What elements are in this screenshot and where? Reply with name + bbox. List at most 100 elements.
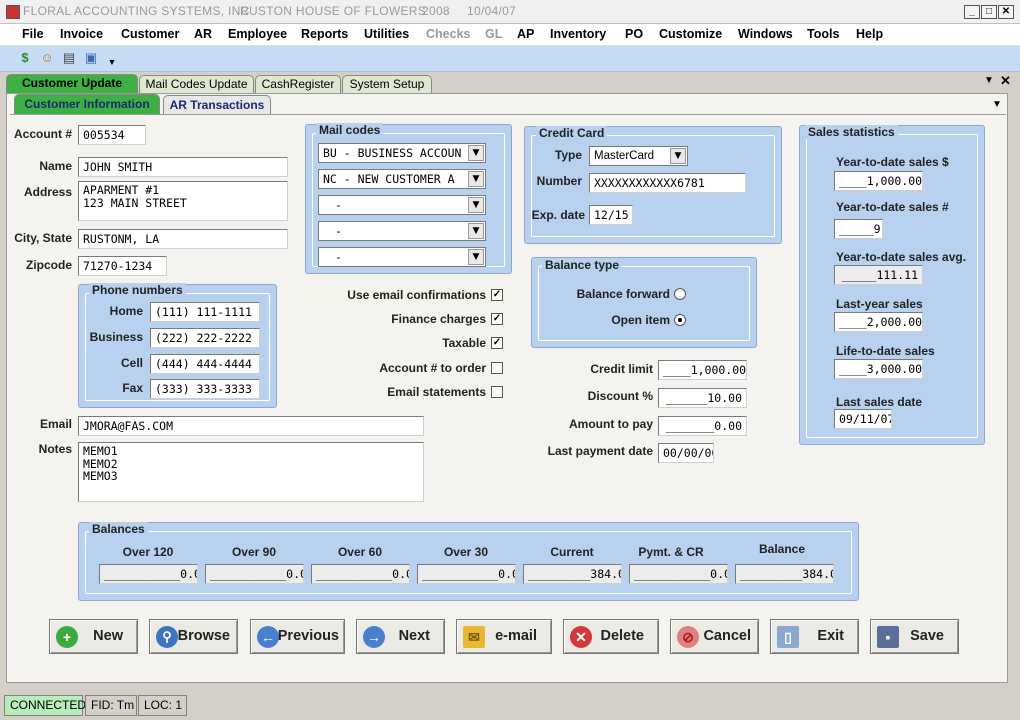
close-icon[interactable]: ✕ (998, 5, 1014, 19)
account-to-order-checkbox[interactable] (491, 362, 503, 374)
cancel-button[interactable]: ⊘ Cancel (670, 619, 759, 654)
tab-cashregister[interactable]: CashRegister (255, 75, 341, 94)
cancel-button-label: Cancel (703, 628, 751, 644)
next-button[interactable]: → Next (356, 619, 445, 654)
chevron-down-icon[interactable]: ▼ (468, 145, 484, 161)
person-icon[interactable]: ☺ (39, 50, 55, 66)
last-year-sales-field[interactable]: ____2,000.00 (834, 312, 923, 332)
tab-mail-codes-update[interactable]: Mail Codes Update (139, 75, 254, 94)
tab-system-setup[interactable]: System Setup (342, 75, 432, 94)
address-field[interactable]: APARMENT #1 123 MAIN STREET (78, 181, 288, 221)
register-icon[interactable]: ▤ (61, 50, 77, 66)
subtab-customer-information[interactable]: Customer Information (14, 94, 160, 114)
taxable-checkbox[interactable]: ✓ (491, 337, 503, 349)
window-icon[interactable]: ▣ (83, 50, 99, 66)
menu-file[interactable]: File (22, 27, 44, 41)
subtab-ar-transactions[interactable]: AR Transactions (163, 95, 271, 114)
new-button[interactable]: + New (49, 619, 138, 654)
over-120-header: Over 120 (122, 545, 174, 559)
title-bar: FLORAL ACCOUNTING SYSTEMS, INC RUSTON HO… (0, 0, 1020, 24)
ytd-sales-count-field[interactable]: _____9 (834, 219, 883, 239)
menu-invoice[interactable]: Invoice (60, 27, 103, 41)
menu-inventory[interactable]: Inventory (550, 27, 606, 41)
mail-code-value-1: BU - BUSINESS ACCOUN (323, 146, 462, 160)
use-email-confirmations-checkbox[interactable]: ✓ (491, 289, 503, 301)
name-field[interactable]: JOHN SMITH (78, 157, 288, 177)
exit-button[interactable]: ▯ Exit (770, 619, 859, 654)
menu-reports[interactable]: Reports (301, 27, 348, 41)
zipcode-field[interactable]: 71270-1234 (78, 256, 167, 276)
delete-button-label: Delete (600, 628, 644, 644)
arrow-right-icon: → (363, 626, 385, 648)
mail-code-select-1[interactable]: BU - BUSINESS ACCOUN ▼ (318, 143, 486, 163)
browse-button[interactable]: ⚲ Browse (149, 619, 238, 654)
menu-ar[interactable]: AR (194, 27, 212, 41)
menu-tools[interactable]: Tools (807, 27, 839, 41)
amount-to-pay-field[interactable]: _______0.00 (658, 416, 747, 436)
card-number-field[interactable]: XXXXXXXXXXXX6781 (589, 173, 746, 193)
menu-utilities[interactable]: Utilities (364, 27, 409, 41)
notes-field[interactable]: MEMO1 MEMO2 MEMO3 (78, 442, 424, 502)
plus-icon: + (56, 626, 78, 648)
delete-button[interactable]: ✕ Delete (563, 619, 659, 654)
finance-charges-checkbox[interactable]: ✓ (491, 313, 503, 325)
chevron-down-icon[interactable]: ▼ (468, 249, 484, 265)
balances-title: Balances (89, 522, 148, 536)
email-button[interactable]: ✉ e-mail (456, 619, 552, 654)
over-60-value: ___________0.00 (311, 564, 410, 584)
notes-line-2: MEMO2 (83, 456, 118, 471)
chevron-down-icon[interactable]: ▼ (670, 148, 686, 164)
menu-help[interactable]: Help (856, 27, 883, 41)
menu-employee[interactable]: Employee (228, 27, 287, 41)
finance-charges-label: Finance charges (391, 312, 486, 326)
chevron-down-icon[interactable]: ▼ (468, 171, 484, 187)
subtab-chevron-down-icon[interactable]: ▼ (992, 99, 1002, 110)
tab-close-icon[interactable]: ✕ (1000, 73, 1011, 89)
home-phone-field[interactable]: (111) 111-1111 (150, 302, 260, 322)
envelope-icon: ✉ (463, 626, 485, 648)
mail-code-select-3[interactable]: - ▼ (318, 195, 486, 215)
account-field[interactable]: 005534 (78, 125, 146, 145)
menu-ap[interactable]: AP (517, 27, 534, 41)
mail-code-select-5[interactable]: - ▼ (318, 247, 486, 267)
business-phone-field[interactable]: (222) 222-2222 (150, 328, 260, 348)
last-payment-date-field[interactable]: 00/00/00 (658, 443, 714, 463)
city-state-field[interactable]: RUSTONM, LA (78, 229, 288, 249)
minimize-icon[interactable]: _ (964, 5, 980, 19)
menu-po[interactable]: PO (625, 27, 643, 41)
save-button[interactable]: ▪ Save (870, 619, 959, 654)
address-label: Address (23, 185, 72, 199)
chevron-down-icon[interactable]: ▼ (468, 223, 484, 239)
menu-customize[interactable]: Customize (659, 27, 722, 41)
title-company: FLORAL ACCOUNTING SYSTEMS, INC (23, 4, 250, 18)
card-number-label: Number (536, 174, 582, 188)
notes-line-3: MEMO3 (83, 469, 118, 483)
maximize-icon[interactable]: □ (981, 5, 997, 19)
tab-customer-update[interactable]: Customer Update (6, 74, 138, 94)
email-field[interactable]: JMORA@FAS.COM (78, 416, 424, 436)
life-to-date-sales-field[interactable]: ____3,000.00 (834, 359, 923, 379)
tabs-chevron-down-icon[interactable]: ▼ (984, 75, 994, 86)
fax-field[interactable]: (333) 333-3333 (150, 379, 260, 399)
cell-phone-label: Cell (120, 356, 143, 370)
dollar-icon[interactable]: $ (17, 50, 33, 66)
previous-button[interactable]: ← Previous (250, 619, 345, 654)
mail-code-select-4[interactable]: - ▼ (318, 221, 486, 241)
use-email-confirmations-label: Use email confirmations (347, 288, 486, 302)
mail-code-select-2[interactable]: NC - NEW CUSTOMER A ▼ (318, 169, 486, 189)
card-type-select[interactable]: MasterCard ▼ (589, 146, 688, 166)
cell-phone-field[interactable]: (444) 444-4444 (150, 354, 260, 374)
credit-card-title: Credit Card (536, 126, 608, 140)
menu-customer[interactable]: Customer (121, 27, 179, 41)
chevron-down-icon[interactable]: ▼ (468, 197, 484, 213)
ytd-sales-field[interactable]: ____1,000.00 (834, 171, 923, 191)
credit-limit-field[interactable]: ____1,000.00 (658, 360, 747, 380)
toolbar-chevron-down-icon[interactable]: ▼ (104, 54, 120, 70)
balance-forward-radio[interactable] (674, 288, 686, 300)
email-statements-checkbox[interactable] (491, 386, 503, 398)
open-item-radio[interactable] (674, 314, 686, 326)
exp-date-field[interactable]: 12/15 (589, 205, 633, 225)
menu-windows[interactable]: Windows (738, 27, 793, 41)
discount-field[interactable]: ______10.00 (658, 388, 747, 408)
last-sales-date-field[interactable]: 09/11/07 (834, 409, 892, 429)
